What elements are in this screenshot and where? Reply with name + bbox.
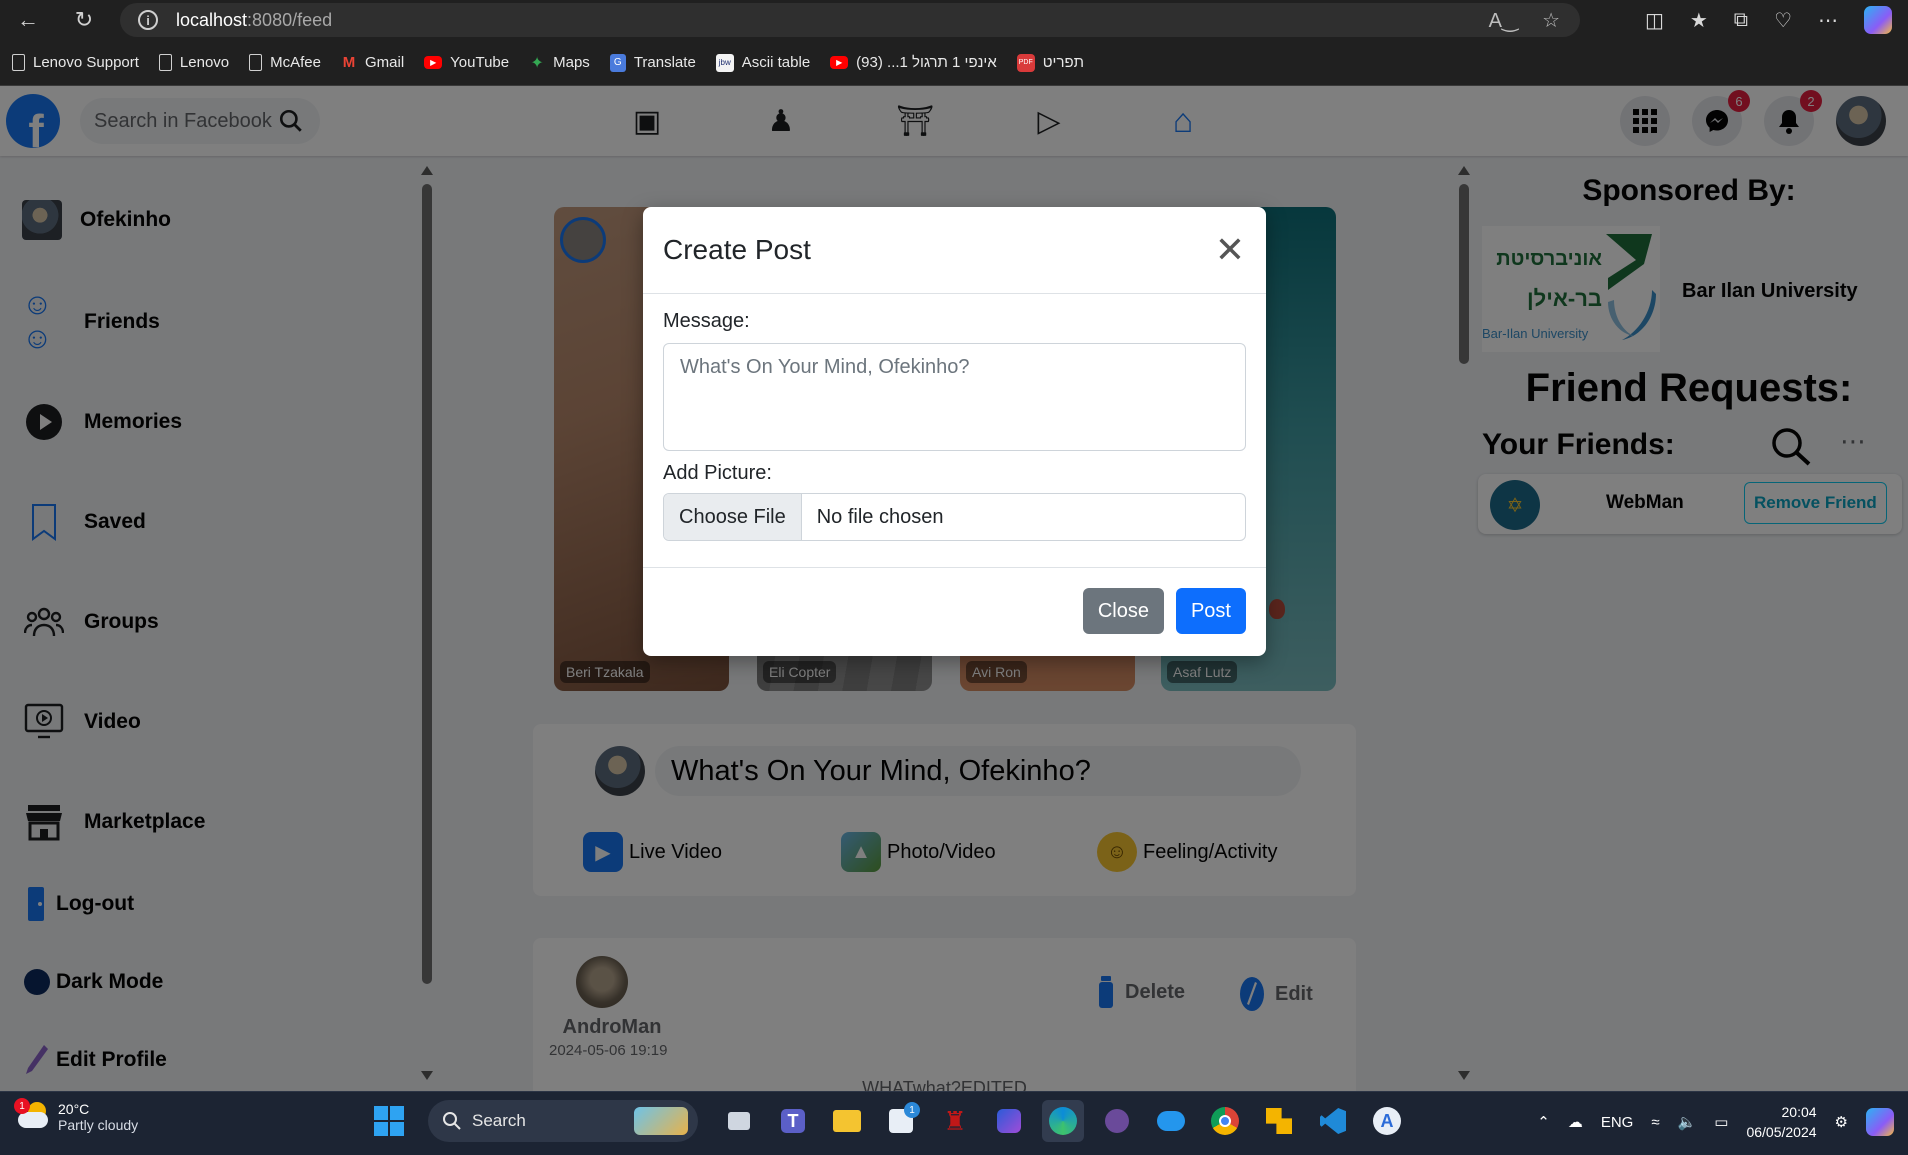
chrome-icon[interactable] (1204, 1100, 1246, 1142)
file-explorer-icon[interactable] (826, 1100, 868, 1142)
jbw-icon: jbw (715, 53, 734, 72)
bookmark-translate[interactable]: G Translate (609, 53, 696, 72)
bookmark-label: Lenovo Support (33, 54, 139, 71)
modal-title: Create Post (663, 234, 811, 265)
reload-icon[interactable]: ↻ (70, 6, 98, 34)
message-textarea[interactable] (663, 343, 1246, 451)
windows-taskbar: 1 20°C Partly cloudy Search T 1 ♜ A ⌃ ☁ … (0, 1091, 1908, 1155)
message-label: Message: (663, 310, 750, 332)
bookmark-maps[interactable]: ✦ Maps (529, 54, 590, 72)
store-badge: 1 (904, 1102, 920, 1118)
bookmark-lenovo-support[interactable]: Lenovo Support (12, 54, 139, 71)
bookmark-label: YouTube (450, 54, 510, 71)
copilot-app-icon[interactable] (988, 1100, 1030, 1142)
battery-icon[interactable]: ▭ (1714, 1113, 1728, 1131)
url-host: localhost (176, 9, 248, 30)
browser-titlebar: ← ↻ i localhost :8080/feed A‿ ☆ ◫ ★ ⧉ ♡ … (0, 0, 1908, 40)
search-icon (443, 1112, 461, 1130)
choose-file-button[interactable]: Choose File (664, 494, 802, 540)
copilot-icon[interactable] (1864, 6, 1892, 34)
weather-badge: 1 (14, 1098, 30, 1114)
page-icon (158, 54, 172, 71)
partly-cloudy-icon: 1 (14, 1098, 50, 1134)
bookmark-gmail[interactable]: M Gmail (341, 54, 404, 72)
bookmark-label: Ascii table (741, 54, 811, 71)
teams-icon[interactable]: T (772, 1100, 814, 1142)
bookmark-mcafee[interactable]: McAfee (249, 54, 321, 71)
wifi-icon[interactable]: ≈ (1651, 1114, 1659, 1131)
bookmark-youtube[interactable]: ▶ YouTube (424, 54, 509, 71)
gmail-icon: M (342, 54, 356, 71)
page-icon (12, 54, 25, 71)
site-info-icon[interactable]: i (138, 10, 158, 30)
favorite-star-icon[interactable]: ☆ (1542, 8, 1560, 33)
url-path: :8080/feed (247, 9, 333, 30)
onedrive-icon[interactable]: ☁ (1568, 1113, 1583, 1131)
file-input[interactable]: Choose File No file chosen (663, 493, 1246, 541)
bookmark-label: Translate (633, 54, 696, 71)
bookmark-label: אינפי 1 תרגול 1... (93) (856, 54, 997, 71)
bookmark-label: Lenovo (179, 54, 230, 71)
youtube-icon: ▶ (830, 56, 849, 69)
file-status: No file chosen (816, 505, 944, 528)
translate-icon: G (609, 53, 626, 72)
maps-icon: ✦ (530, 54, 544, 72)
edge-icon[interactable] (1042, 1100, 1084, 1142)
mcafee-icon[interactable]: ♜ (934, 1100, 976, 1142)
back-icon[interactable]: ← (14, 6, 42, 34)
close-button[interactable]: Close (1082, 588, 1164, 634)
collections-icon[interactable]: ⧉ (1734, 9, 1748, 32)
post-button[interactable]: Post (1175, 588, 1246, 634)
bookmark-label: Gmail (365, 54, 405, 71)
bookmarks-bar: Lenovo Support Lenovo McAfee M Gmail ▶ You… (0, 40, 1908, 86)
bookmark-lenovo[interactable]: Lenovo (158, 54, 230, 71)
volume-muted-icon[interactable]: 🔈 (1678, 1113, 1697, 1131)
git-app-icon[interactable] (1258, 1100, 1300, 1142)
weather-desc: Partly cloudy (58, 1117, 139, 1133)
bookmark-label: McAfee (270, 54, 321, 71)
input-language[interactable]: ENG (1601, 1114, 1634, 1131)
create-post-modal: Create Post ✕ Message: Add Picture: Choo… (643, 207, 1266, 656)
microsoft-store-icon[interactable]: 1 (880, 1100, 922, 1142)
read-aloud-icon[interactable]: A‿ (1489, 8, 1518, 33)
system-clock[interactable]: 20:04 06/05/2024 (1746, 1102, 1816, 1142)
bookmark-label: תפריט (1042, 54, 1084, 71)
clock-date: 06/05/2024 (1746, 1124, 1817, 1140)
notification-settings-icon[interactable]: ⚙ (1835, 1113, 1848, 1131)
game-app-icon[interactable] (1096, 1100, 1138, 1142)
app-store-a-icon[interactable]: A (1366, 1100, 1408, 1142)
address-bar[interactable]: i localhost :8080/feed A‿ ☆ (120, 3, 1580, 37)
modal-backdrop[interactable]: Create Post ✕ Message: Add Picture: Choo… (0, 86, 1908, 1091)
weather-widget[interactable]: 1 20°C Partly cloudy (14, 1098, 139, 1134)
chevron-up-icon[interactable]: ⌃ (1537, 1113, 1550, 1131)
more-menu-icon[interactable]: ⋯ (1818, 8, 1838, 33)
weather-temp: 20°C (58, 1101, 90, 1117)
copilot-taskbar-icon[interactable] (1866, 1108, 1894, 1136)
search-highlight-icon (634, 1107, 688, 1135)
docker-icon[interactable] (1150, 1100, 1192, 1142)
split-screen-icon[interactable]: ◫ (1645, 8, 1664, 33)
add-picture-label: Add Picture: (663, 462, 772, 484)
bookmark-label: Maps (553, 54, 590, 71)
close-icon[interactable]: ✕ (1214, 232, 1246, 268)
vscode-icon[interactable] (1312, 1100, 1354, 1142)
pdf-icon: PDF (1016, 53, 1035, 72)
bookmark-ascii-table[interactable]: jbw Ascii table (715, 53, 811, 72)
clock-time: 20:04 (1781, 1104, 1817, 1120)
taskbar-search[interactable]: Search (428, 1100, 698, 1142)
windows-start-icon[interactable] (374, 1106, 404, 1136)
page-icon (249, 54, 263, 71)
taskbar-search-label: Search (472, 1111, 526, 1130)
youtube-icon: ▶ (424, 56, 443, 69)
favorites-icon[interactable]: ★ (1690, 8, 1708, 33)
bookmark-youtube-infi[interactable]: ▶ אינפי 1 תרגול 1... (93) (830, 54, 997, 71)
task-view-icon[interactable] (718, 1100, 760, 1142)
browser-essentials-icon[interactable]: ♡ (1774, 8, 1792, 33)
bookmark-menu-pdf[interactable]: PDF תפריט (1016, 53, 1084, 72)
